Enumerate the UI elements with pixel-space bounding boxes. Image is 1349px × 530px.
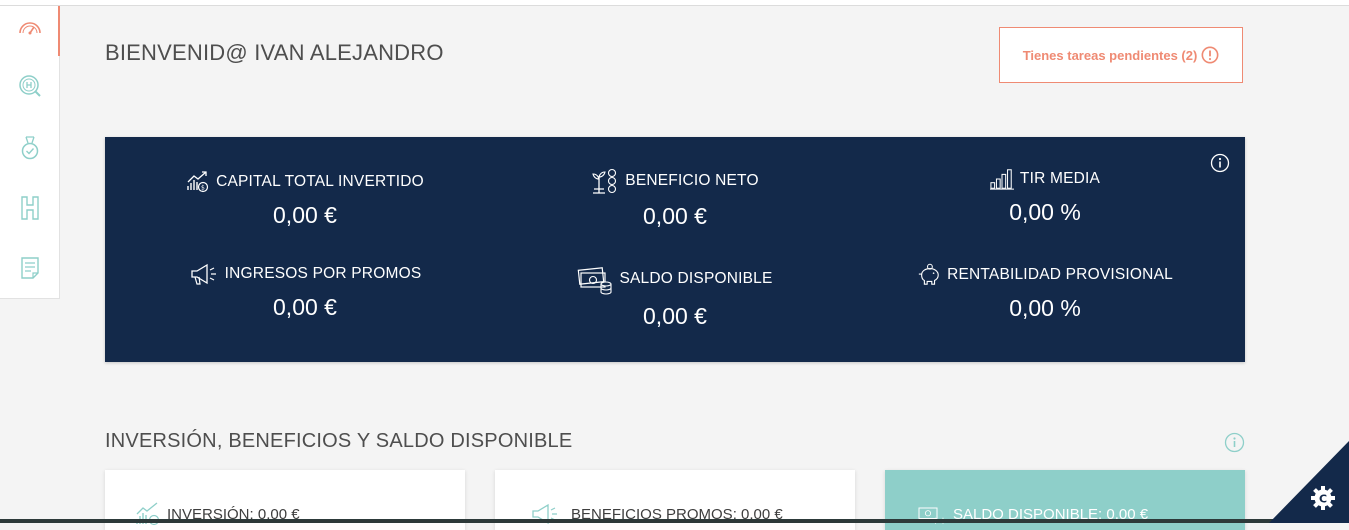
speedometer-icon — [19, 22, 41, 35]
alert-circle-icon — [1201, 46, 1219, 64]
stat-value: 0,00 € — [643, 203, 707, 229]
stat-capital-total: $ CAPITAL TOTAL INVERTIDO 0,00 € — [125, 170, 485, 229]
stat-beneficio-neto: BENEFICIO NETO 0,00 € — [495, 167, 855, 230]
stat-value: 0,00 % — [1009, 295, 1081, 321]
sidebar-active-indicator — [58, 6, 60, 56]
stat-tir-media: TIR MEDIA 0,00 % — [865, 167, 1225, 226]
stat-label: CAPITAL TOTAL INVERTIDO — [216, 173, 424, 190]
medal-check-icon — [21, 136, 39, 160]
svg-text:C: C — [1319, 493, 1327, 506]
document-list-icon — [21, 257, 39, 279]
sidebar — [0, 6, 60, 299]
stat-label: TIR MEDIA — [1019, 170, 1101, 187]
money-coins-icon — [578, 267, 613, 295]
settings-corner-button[interactable]: C — [1269, 441, 1349, 523]
stat-label: BENEFICIO NETO — [625, 172, 759, 189]
search-h-icon — [19, 75, 41, 97]
stat-label: RENTABILIDAD PROVISIONAL — [947, 266, 1173, 283]
piggy-bank-icon — [918, 263, 939, 285]
stat-ingresos-promos: INGRESOS POR PROMOS 0,00 € — [125, 262, 485, 321]
sidebar-item-dashboard[interactable] — [12, 10, 48, 46]
sidebar-item-search[interactable] — [12, 68, 48, 104]
stat-value: 0,00 % — [1009, 199, 1081, 225]
megaphone-icon — [190, 263, 216, 285]
stat-value: 0,00 € — [273, 294, 337, 320]
summary-panel: $ CAPITAL TOTAL INVERTIDO 0,00 € BENEFIC… — [105, 137, 1245, 362]
sidebar-item-documents[interactable] — [12, 250, 48, 286]
bottom-bar — [0, 519, 1349, 523]
stat-saldo-disponible: SALDO DISPONIBLE 0,00 € — [495, 263, 855, 330]
stat-rentabilidad-provisional: RENTABILIDAD PROVISIONAL 0,00 % — [865, 263, 1225, 322]
stat-label: SALDO DISPONIBLE — [619, 270, 773, 287]
svg-text:$: $ — [201, 185, 205, 192]
section-title: INVERSIÓN, BENEFICIOS Y SALDO DISPONIBLE — [105, 430, 573, 452]
info-icon[interactable] — [1224, 432, 1245, 453]
pending-tasks-button[interactable]: Tienes tareas pendientes (2) — [999, 27, 1243, 83]
plant-coins-icon — [592, 168, 617, 194]
capital-chart-icon: $ — [187, 171, 209, 193]
page-title: BIENVENID@ IVAN ALEJANDRO — [105, 40, 444, 65]
stat-label: INGRESOS POR PROMOS — [224, 265, 422, 282]
h-letter-icon — [21, 196, 39, 220]
stat-value: 0,00 € — [643, 303, 707, 329]
sidebar-item-rewards[interactable] — [12, 130, 48, 166]
pending-tasks-label: Tienes tareas pendientes (2) — [1022, 47, 1198, 63]
stat-value: 0,00 € — [273, 202, 337, 228]
gear-icon: C — [1311, 486, 1335, 510]
sidebar-item-properties[interactable] — [12, 190, 48, 226]
bar-chart-icon — [989, 169, 1014, 190]
top-border — [0, 0, 1349, 6]
